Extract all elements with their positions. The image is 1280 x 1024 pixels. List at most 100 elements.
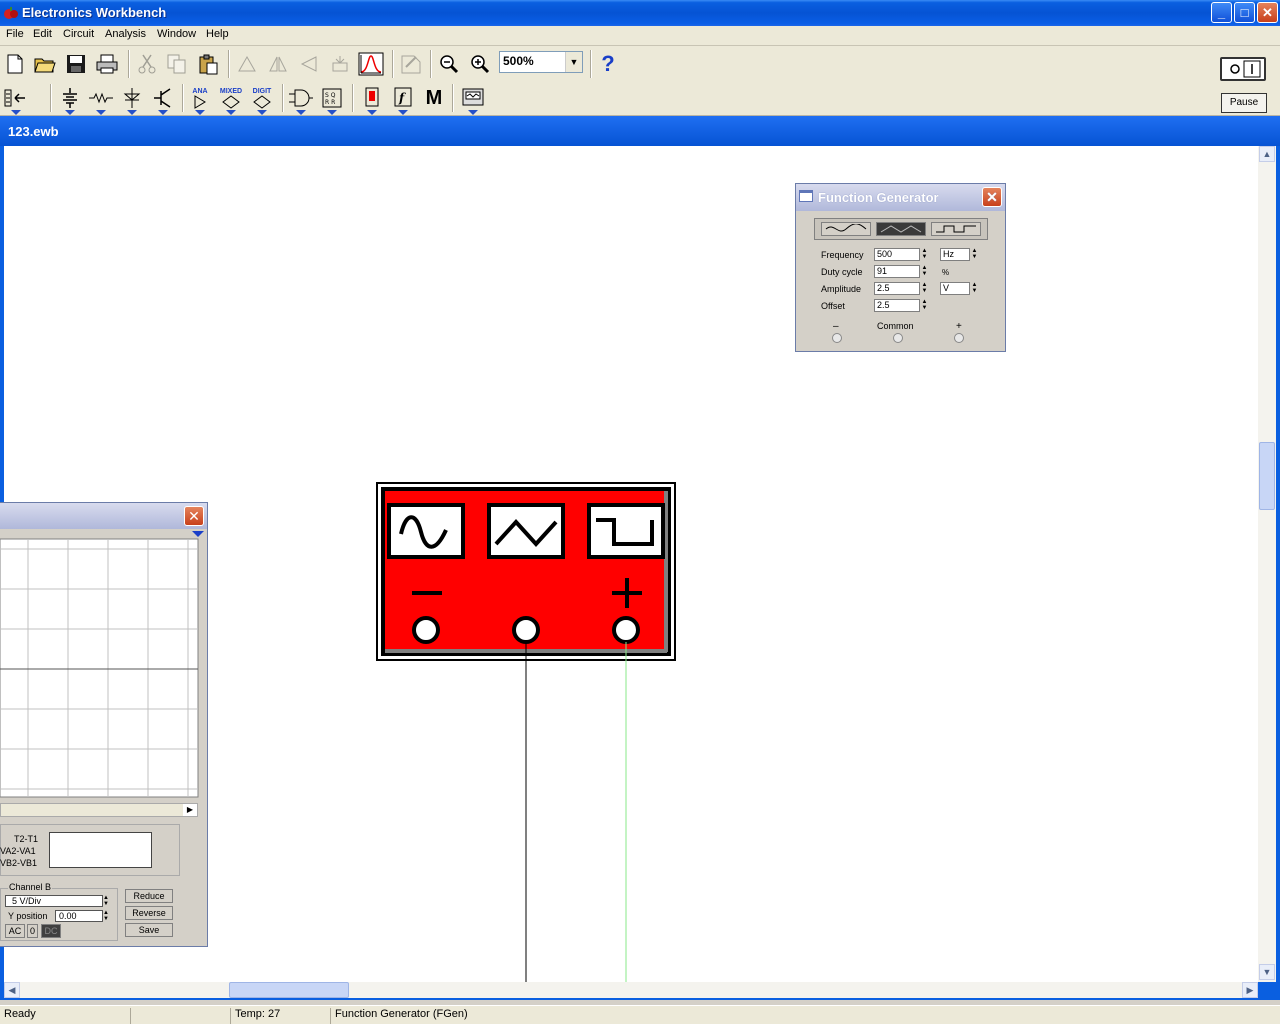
frequency-unit-select[interactable]: Hz <box>940 248 970 261</box>
copy-icon[interactable] <box>163 50 191 78</box>
horizontal-scrollbar[interactable]: ◀ ▶ <box>4 982 1258 998</box>
amplitude-unit-select[interactable]: V <box>940 282 970 295</box>
menu-analysis[interactable]: Analysis <box>105 28 146 40</box>
diodes-bin-icon[interactable] <box>118 84 146 115</box>
graph-display-icon[interactable] <box>357 50 385 78</box>
scroll-right-icon[interactable]: ▶ <box>1242 982 1258 998</box>
chevron-down-icon[interactable]: ▼ <box>565 52 582 72</box>
status-empty <box>130 1008 230 1024</box>
rotate-icon[interactable] <box>233 50 261 78</box>
miscellaneous-bin-icon[interactable]: M <box>420 84 448 112</box>
scroll-down-icon[interactable]: ▼ <box>1259 964 1275 980</box>
offset-spinner[interactable]: ▲ ▼ <box>920 299 929 312</box>
common-terminal-label: Common <box>877 321 914 331</box>
minimize-button[interactable]: _ <box>1211 2 1232 23</box>
analog-ics-bin-icon[interactable]: ANA <box>186 84 214 115</box>
channel-b-vdiv-input[interactable]: 5 V/Div <box>5 895 103 907</box>
plus-terminal[interactable] <box>954 333 964 343</box>
controls-bin-icon[interactable]: f <box>389 84 417 115</box>
common-terminal[interactable] <box>893 333 903 343</box>
osc-readout-display <box>49 832 152 868</box>
description-icon[interactable] <box>397 50 425 78</box>
save-button[interactable]: Save <box>125 923 173 937</box>
menu-file[interactable]: File <box>6 28 24 40</box>
sources-bin-icon[interactable] <box>56 84 84 115</box>
flip-vertical-icon[interactable] <box>295 50 323 78</box>
status-bar: Ready Temp: 27 Function Generator (FGen) <box>0 1005 1280 1024</box>
zero-coupling-button[interactable]: 0 <box>27 924 38 938</box>
open-folder-icon[interactable] <box>31 50 59 78</box>
frequency-label: Frequency <box>821 250 864 260</box>
horizontal-scroll-thumb[interactable] <box>229 982 349 998</box>
help-button[interactable]: ? <box>594 50 622 78</box>
frequency-unit-spinner[interactable]: ▲ ▼ <box>970 248 979 261</box>
menubar: File Edit Circuit Analysis Window Help <box>0 26 1280 46</box>
duty-cycle-input[interactable]: 91 <box>874 265 920 278</box>
logic-gates-bin-icon[interactable] <box>287 84 315 115</box>
va2-va1-label: VA2-VA1 <box>0 846 36 856</box>
save-disk-icon[interactable] <box>62 50 90 78</box>
zoom-value: 500% <box>503 54 534 68</box>
fg-close-icon[interactable]: ✕ <box>982 187 1002 207</box>
osc-close-icon[interactable]: ✕ <box>184 506 204 526</box>
indicators-bin-icon[interactable] <box>358 84 386 115</box>
parts-bin-toolbar: ANA MIXED DIGIT S QR R f M Pause <box>0 82 1280 116</box>
scroll-up-icon[interactable]: ▲ <box>1259 146 1275 162</box>
paste-icon[interactable] <box>194 50 222 78</box>
mixed-ics-bin-icon[interactable]: MIXED <box>217 84 245 115</box>
zoom-select[interactable]: 500% ▼ <box>499 51 583 73</box>
menu-help[interactable]: Help <box>206 28 229 40</box>
y-position-input[interactable]: 0.00 <box>55 910 103 922</box>
osc-hscroll[interactable]: ▶ <box>0 803 198 817</box>
pause-button[interactable]: Pause <box>1221 93 1267 113</box>
close-button[interactable]: ✕ <box>1257 2 1278 23</box>
minus-terminal[interactable] <box>832 333 842 343</box>
reduce-button[interactable]: Reduce <box>125 889 173 903</box>
digital-ics-bin-icon[interactable]: DIGIT <box>248 84 276 115</box>
mixed-label: MIXED <box>219 87 243 95</box>
ac-coupling-button[interactable]: AC <box>5 924 25 938</box>
frequency-input[interactable]: 500 <box>874 248 920 261</box>
scroll-right-icon[interactable]: ▶ <box>183 804 197 816</box>
menu-window[interactable]: Window <box>157 28 196 40</box>
duty-cycle-spinner[interactable]: ▲ ▼ <box>920 265 929 278</box>
component-properties-icon[interactable] <box>326 50 354 78</box>
maximize-button[interactable]: □ <box>1234 2 1255 23</box>
svg-text:S Q: S Q <box>325 92 336 99</box>
vertical-scrollbar[interactable]: ▲ ▼ <box>1258 146 1276 982</box>
frequency-spinner[interactable]: ▲ ▼ <box>920 248 929 261</box>
sine-wave-button[interactable] <box>821 222 871 236</box>
svg-text:f: f <box>398 91 406 105</box>
oscilloscope-screen <box>0 531 204 801</box>
basic-bin-icon[interactable] <box>87 84 115 115</box>
vdiv-spinner[interactable]: ▲ ▼ <box>103 895 112 907</box>
power-switch[interactable] <box>1220 57 1266 81</box>
menu-edit[interactable]: Edit <box>33 28 52 40</box>
y-position-spinner[interactable]: ▲ ▼ <box>103 910 112 922</box>
amplitude-spinner[interactable]: ▲ ▼ <box>920 282 929 295</box>
reverse-button[interactable]: Reverse <box>125 906 173 920</box>
digital-bin-icon[interactable]: S QR R <box>318 84 346 115</box>
zoom-out-icon[interactable] <box>435 50 463 78</box>
app-titlebar: Electronics Workbench _ □ ✕ <box>0 0 1280 26</box>
instruments-bin-icon[interactable] <box>459 84 487 115</box>
vertical-scroll-thumb[interactable] <box>1259 442 1275 510</box>
channel-b-label: Channel B <box>8 882 53 892</box>
function-generator-component[interactable] <box>376 482 678 982</box>
flip-horizontal-icon[interactable] <box>264 50 292 78</box>
amplitude-unit-spinner[interactable]: ▲ ▼ <box>970 282 979 295</box>
square-wave-button[interactable] <box>931 222 981 236</box>
amplitude-label: Amplitude <box>821 284 862 294</box>
favorites-bin-icon[interactable] <box>2 84 30 115</box>
amplitude-input[interactable]: 2.5 <box>874 282 920 295</box>
zoom-in-icon[interactable] <box>466 50 494 78</box>
print-icon[interactable] <box>93 50 121 78</box>
menu-circuit[interactable]: Circuit <box>63 28 94 40</box>
offset-input[interactable]: 2.5 <box>874 299 920 312</box>
scroll-left-icon[interactable]: ◀ <box>4 982 20 998</box>
dc-coupling-button[interactable]: DC <box>41 924 61 938</box>
cut-icon[interactable] <box>133 50 161 78</box>
triangle-wave-button[interactable] <box>876 222 926 236</box>
transistors-bin-icon[interactable] <box>149 84 177 115</box>
new-file-icon[interactable] <box>1 50 29 78</box>
